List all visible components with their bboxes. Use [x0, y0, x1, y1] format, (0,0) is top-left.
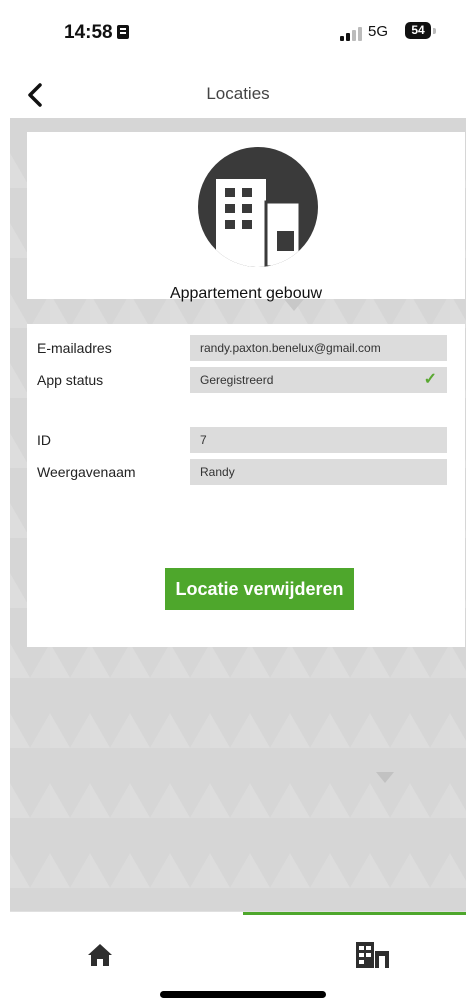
- navigation-bar: Locaties: [10, 72, 466, 119]
- content-area: Appartement gebouw E-mailadres randy.pax…: [10, 118, 466, 911]
- card-pointer: [284, 299, 304, 311]
- page-title: Locaties: [206, 84, 270, 103]
- battery-icon: 54: [405, 22, 431, 39]
- home-icon[interactable]: [78, 934, 122, 974]
- buildings-icon[interactable]: [350, 934, 394, 974]
- building-icon: [198, 147, 318, 267]
- status-time: 14:58: [64, 22, 129, 44]
- id-field: 7: [190, 427, 447, 453]
- active-tab-indicator: [243, 912, 466, 915]
- network-type: 5G: [368, 23, 389, 40]
- status-bar: 14:58 5G 54: [10, 0, 466, 72]
- app-status-field: Geregistreerd ✓: [190, 367, 447, 393]
- location-details-card: E-mailadres randy.paxton.benelux@gmail.c…: [27, 324, 465, 647]
- tab-bar: [10, 911, 466, 1000]
- email-label: E-mailadres: [37, 340, 112, 356]
- display-name-label: Weergavenaam: [37, 464, 136, 480]
- email-field: randy.paxton.benelux@gmail.com: [190, 335, 447, 361]
- id-label: ID: [37, 432, 51, 448]
- home-indicator: [160, 991, 326, 998]
- location-header-card: Appartement gebouw: [27, 132, 465, 302]
- background-pointer: [376, 772, 394, 783]
- id-card-icon: [116, 25, 129, 39]
- app-status-label: App status: [37, 372, 104, 388]
- battery-tip: [433, 28, 436, 34]
- display-name-field: Randy: [190, 459, 447, 485]
- status-time-text: 14:58: [64, 22, 113, 43]
- checkmark-icon: ✓: [423, 371, 437, 388]
- location-name: Appartement gebouw: [169, 285, 323, 302]
- app-status-value: Geregistreerd: [200, 373, 274, 387]
- delete-location-button[interactable]: Locatie verwijderen: [165, 568, 354, 610]
- signal-icon: [340, 25, 368, 41]
